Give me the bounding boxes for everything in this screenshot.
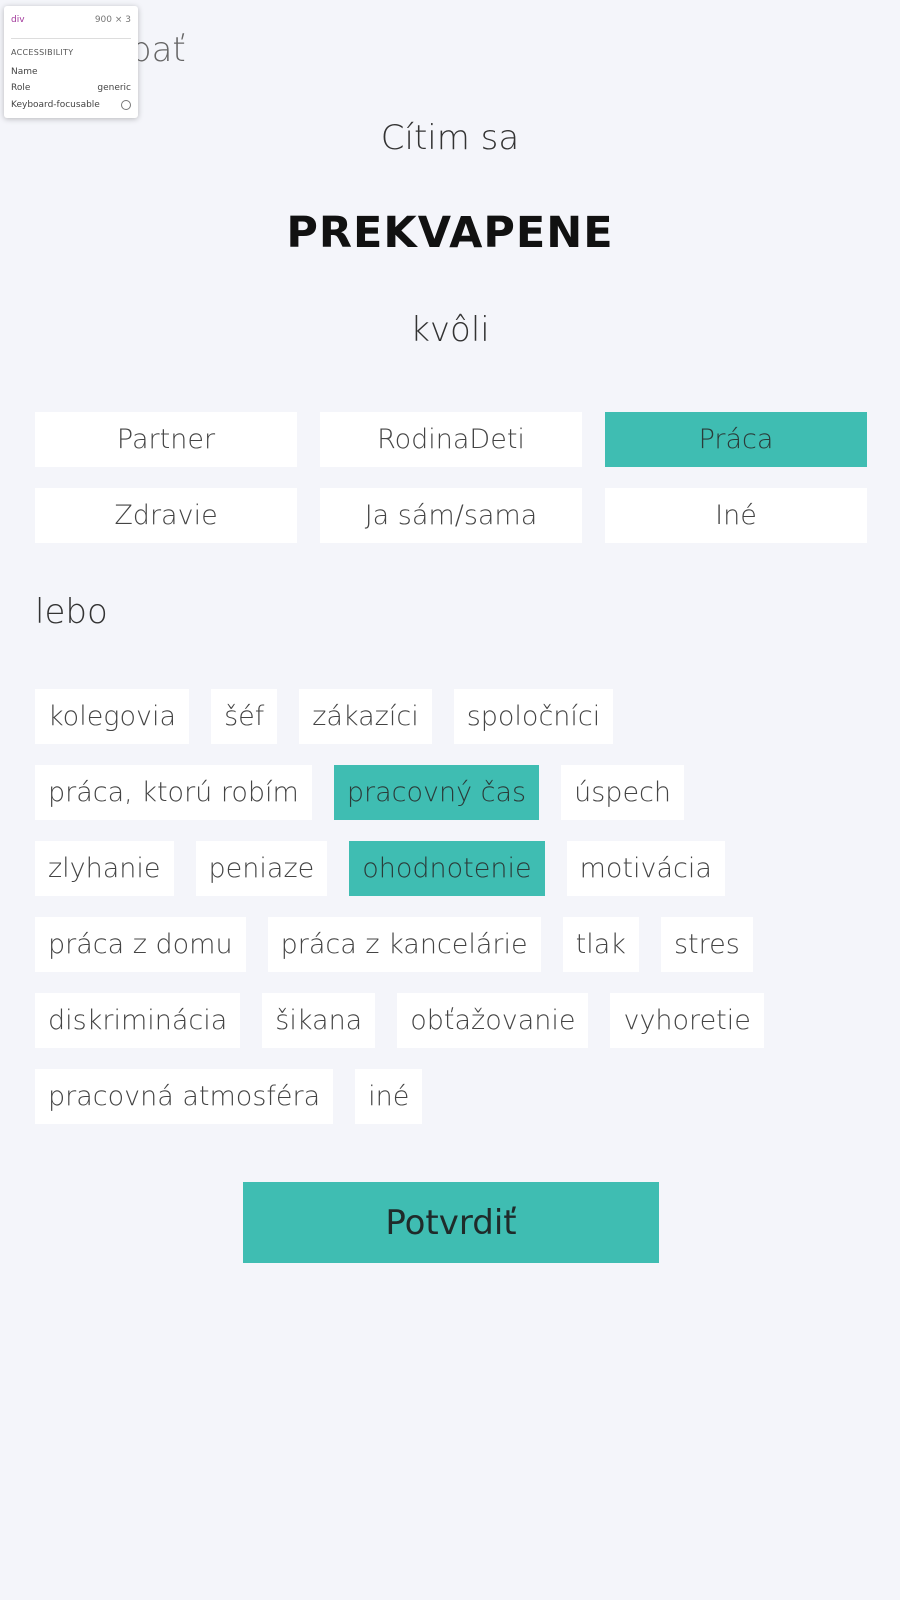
tag-row: práca, ktorú robím pracovný čas úspech bbox=[35, 765, 867, 820]
reason-tag[interactable]: šikana bbox=[262, 993, 376, 1048]
reason-tag[interactable]: pracovný čas bbox=[333, 765, 540, 820]
tag-row: pracovná atmosféra iné bbox=[35, 1069, 867, 1124]
emotion-title: PREKVAPENE bbox=[286, 208, 614, 258]
reason-tag[interactable]: práca, ktorú robím bbox=[35, 765, 312, 820]
category-option[interactable]: RodinaDeti bbox=[320, 412, 582, 467]
category-option[interactable]: Partner bbox=[35, 412, 297, 467]
tooltip-section-title: ACCESSIBILITY bbox=[11, 48, 74, 57]
category-option[interactable]: Iné bbox=[605, 488, 867, 543]
tag-row: práca z domu práca z kancelárie tlak stres bbox=[35, 917, 867, 972]
back-link[interactable]: pať bbox=[130, 30, 186, 70]
confirm-button[interactable]: Potvrdiť bbox=[243, 1182, 659, 1263]
tooltip-divider bbox=[11, 38, 131, 39]
reason-tag[interactable]: vyhoretie bbox=[610, 993, 764, 1048]
category-option[interactable]: Práca bbox=[605, 412, 867, 467]
reason-tag[interactable]: práca z domu bbox=[35, 917, 246, 972]
feel-label: Cítim sa bbox=[380, 118, 520, 158]
reason-tag[interactable]: tlak bbox=[562, 917, 639, 972]
category-grid: Partner RodinaDeti Práca Zdravie Ja sám/sama… bbox=[35, 412, 867, 543]
reason-tag[interactable]: motivácia bbox=[566, 841, 725, 896]
devtools-inspect-tooltip: div 900 × 3 ACCESSIBILITY Name Role gene… bbox=[4, 6, 138, 118]
reason-tag[interactable]: práca z kancelárie bbox=[267, 917, 541, 972]
tooltip-role-value: generic bbox=[97, 83, 131, 93]
category-option[interactable]: Ja sám/sama bbox=[320, 488, 582, 543]
reason-tag[interactable]: diskriminácia bbox=[35, 993, 241, 1048]
category-option[interactable]: Zdravie bbox=[35, 488, 297, 543]
tooltip-role-label: Role bbox=[11, 83, 31, 93]
reason-tag[interactable]: stres bbox=[660, 917, 753, 972]
reason-tag[interactable]: peniaze bbox=[195, 841, 328, 896]
reason-tag[interactable]: ohodnotenie bbox=[349, 841, 545, 896]
reason-tag[interactable]: pracovná atmosféra bbox=[35, 1069, 334, 1124]
reason-tag[interactable]: zlyhanie bbox=[35, 841, 174, 896]
tooltip-name-label: Name bbox=[11, 67, 38, 77]
reason-tag[interactable]: kolegovia bbox=[35, 689, 190, 744]
tooltip-tag: div bbox=[11, 15, 25, 25]
tooltip-size: 900 × 3 bbox=[94, 15, 131, 25]
reason-tag[interactable]: zákazíci bbox=[299, 689, 432, 744]
tag-row: kolegovia šéf zákazíci spoločníci bbox=[35, 689, 867, 744]
or-label: lebo bbox=[35, 592, 108, 632]
tooltip-keyboard-label: Keyboard-focusable bbox=[11, 100, 100, 110]
reason-tag[interactable]: obťažovanie bbox=[397, 993, 589, 1048]
because-label: kvôli bbox=[410, 310, 490, 350]
reason-tag[interactable]: šéf bbox=[211, 689, 278, 744]
tag-row: zlyhanie peniaze ohodnotenie motivácia bbox=[35, 841, 867, 896]
not-focusable-icon bbox=[121, 100, 131, 110]
reason-tag[interactable]: spoločníci bbox=[453, 689, 614, 744]
reason-tag[interactable]: úspech bbox=[561, 765, 685, 820]
reason-tag[interactable]: iné bbox=[355, 1069, 423, 1124]
tag-row: diskriminácia šikana obťažovanie vyhoretie bbox=[35, 993, 867, 1048]
reason-tag-list: kolegovia šéf zákazíci spoločníci práca, kto… bbox=[35, 689, 867, 1145]
